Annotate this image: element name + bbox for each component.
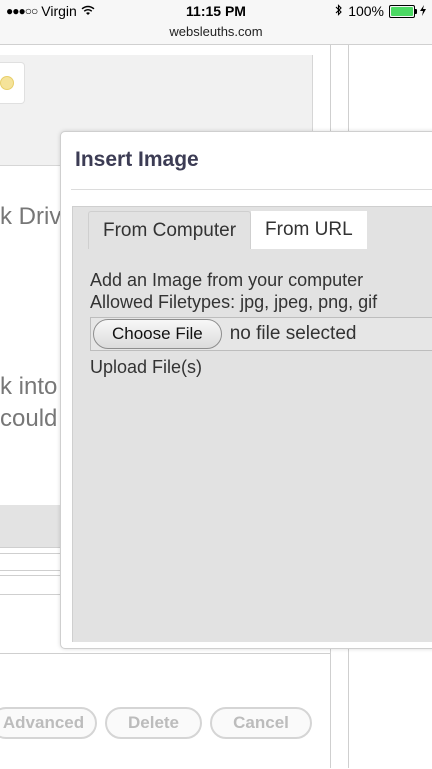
- advanced-button[interactable]: Advanced: [0, 707, 97, 739]
- background-text: k into: [0, 373, 58, 400]
- file-status: no file selected: [229, 323, 357, 344]
- upload-files-button[interactable]: Upload File(s): [90, 357, 202, 378]
- upload-description: Add an Image from your computer: [90, 270, 364, 290]
- address-bar[interactable]: websleuths.com: [0, 22, 432, 45]
- allowed-filetypes: Allowed Filetypes: jpg, jpeg, png, gif: [90, 292, 378, 312]
- file-input[interactable]: Choose File no file selected: [90, 317, 432, 351]
- emoji-button[interactable]: [0, 62, 25, 104]
- tab-from-computer[interactable]: From Computer: [88, 211, 252, 249]
- tab-from-url[interactable]: From URL: [251, 211, 367, 249]
- charging-icon: [420, 3, 426, 19]
- background-text: could: [0, 405, 58, 432]
- divider: [71, 189, 432, 190]
- dialog-title: Insert Image: [75, 148, 199, 171]
- tab-content: Add an Image from your computer Allowed …: [90, 269, 432, 313]
- status-bar: ●●●○○ Virgin 11:15 PM 100%: [0, 0, 432, 22]
- bluetooth-icon: [335, 3, 343, 19]
- battery-icon: [389, 4, 417, 18]
- tab-panel: From Computer From URL Add an Image from…: [72, 206, 432, 642]
- url-text: websleuths.com: [169, 24, 263, 39]
- smiley-icon: [0, 76, 14, 90]
- insert-image-dialog: Insert Image From Computer From URL Add …: [60, 131, 432, 649]
- cancel-button[interactable]: Cancel: [210, 707, 312, 739]
- tab-bar: From Computer From URL: [88, 211, 367, 249]
- choose-file-button[interactable]: Choose File: [93, 319, 222, 349]
- battery-percent: 100%: [348, 3, 384, 19]
- status-right: 100%: [335, 3, 426, 19]
- background-text: k Driv: [0, 203, 62, 230]
- delete-button[interactable]: Delete: [105, 707, 202, 739]
